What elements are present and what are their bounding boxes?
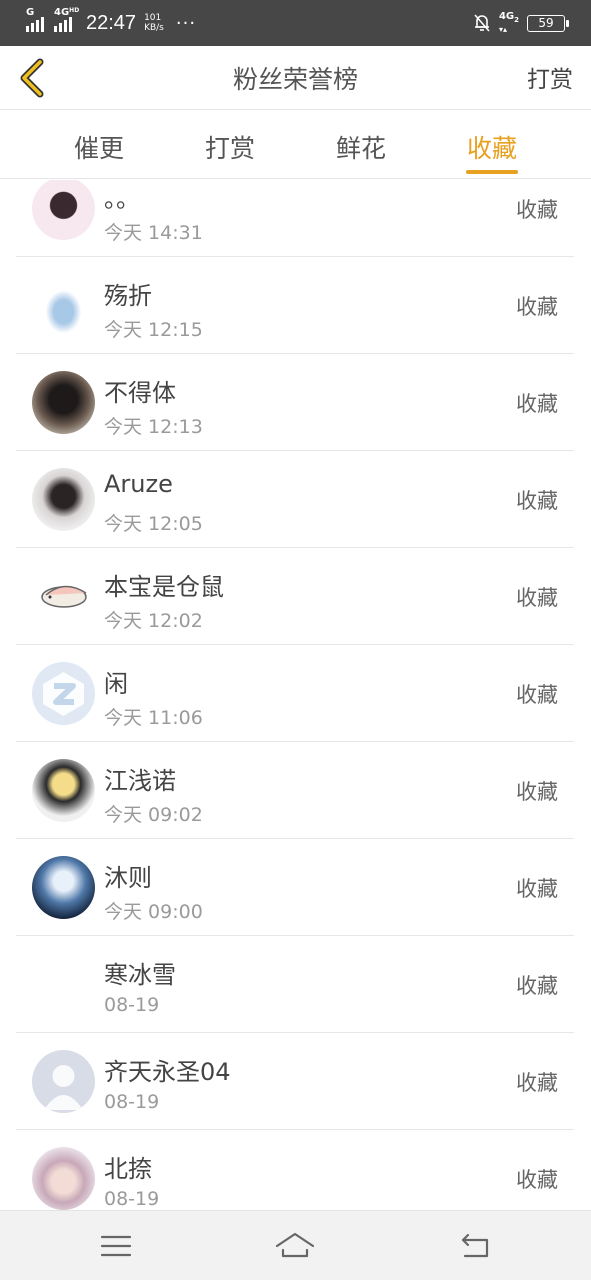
- fan-name: 殇折: [104, 282, 152, 310]
- fan-list: 。。 今天 14:31 收藏 殇折 今天 12:15 收藏 不得体 今天 12:…: [0, 180, 591, 1210]
- action-label: 收藏: [516, 198, 558, 222]
- list-item[interactable]: 齐天永圣04 08-19 收藏: [16, 1033, 574, 1130]
- default-person-icon: [44, 1065, 83, 1110]
- turtle-icon: [41, 585, 87, 608]
- list-item[interactable]: 不得体 今天 12:13 收藏: [16, 354, 574, 451]
- fan-time: 08-19: [104, 994, 160, 1016]
- fan-time: 今天 12:13: [104, 416, 203, 438]
- fan-name: 齐天永圣04: [104, 1058, 231, 1086]
- action-label: 收藏: [516, 392, 558, 416]
- fan-time: 08-19: [104, 1188, 160, 1210]
- fan-name: 本宝是仓鼠: [104, 573, 224, 601]
- fan-time: 08-19: [104, 1091, 160, 1113]
- z-logo-icon: [43, 672, 84, 716]
- list-item[interactable]: 殇折 今天 12:15 收藏: [16, 257, 574, 354]
- fan-name: 不得体: [104, 379, 176, 407]
- action-label: 收藏: [516, 683, 558, 707]
- action-label: 收藏: [516, 877, 558, 901]
- battery-icon: 59: [527, 14, 569, 32]
- tip-button[interactable]: 打赏: [527, 60, 573, 94]
- list-item[interactable]: Aruze 今天 12:05 收藏: [16, 451, 574, 548]
- tab-flowers[interactable]: 鲜花: [311, 129, 411, 165]
- avatar: [32, 371, 95, 434]
- action-label: 收藏: [516, 974, 558, 998]
- avatar: [32, 468, 95, 531]
- status-bar: G 4GHD 22:47 101 KB/s ··· 4G2 ▾▴ 59: [0, 0, 591, 46]
- avatar: [32, 1147, 95, 1210]
- tab-favorites[interactable]: 收藏: [442, 129, 542, 165]
- action-label: 收藏: [516, 295, 558, 319]
- page-title: 粉丝荣誉榜: [232, 65, 358, 94]
- fan-time: 今天 12:02: [104, 610, 203, 632]
- avatar: [32, 1050, 95, 1113]
- tab-tip[interactable]: 打赏: [180, 129, 280, 165]
- fan-name: 寒冰雪: [104, 961, 176, 989]
- fan-time: 今天 09:00: [104, 901, 203, 923]
- avatar: [32, 180, 95, 240]
- tab-bar: 催更 打赏 鲜花 收藏: [0, 111, 591, 179]
- list-item[interactable]: 本宝是仓鼠 今天 12:02 收藏: [16, 548, 574, 645]
- action-label: 收藏: [516, 1071, 558, 1095]
- fan-name: Aruze: [104, 470, 173, 498]
- signal-icon: G: [26, 7, 46, 32]
- avatar: [32, 662, 95, 725]
- fan-time: 今天 12:05: [104, 513, 203, 535]
- app-header: 粉丝荣誉榜 打赏: [0, 46, 591, 110]
- tab-urge[interactable]: 催更: [49, 129, 149, 165]
- avatar: [32, 856, 95, 919]
- action-label: 收藏: [516, 1168, 558, 1192]
- network-type: 4G2 ▾▴: [498, 10, 519, 34]
- list-item[interactable]: 北捺 08-19 收藏: [16, 1130, 574, 1210]
- list-item[interactable]: 寒冰雪 08-19 收藏: [16, 936, 574, 1033]
- back-icon[interactable]: [455, 1228, 495, 1264]
- mute-bell-icon: [474, 14, 490, 32]
- fan-time: 今天 09:02: [104, 804, 203, 826]
- fan-time: 今天 14:31: [104, 222, 203, 244]
- fan-time: 今天 12:15: [104, 319, 203, 341]
- list-item[interactable]: 沐则 今天 09:00 收藏: [16, 839, 574, 936]
- action-label: 收藏: [516, 780, 558, 804]
- clock: 22:47: [86, 11, 137, 34]
- action-label: 收藏: [516, 586, 558, 610]
- network-label: 4GHD: [54, 7, 80, 18]
- active-tab-indicator: [466, 170, 518, 174]
- fan-name: 江浅诺: [104, 767, 176, 795]
- more-notifications-icon: ···: [175, 12, 197, 34]
- fan-time: 今天 11:06: [104, 707, 203, 729]
- list-item[interactable]: 。。 今天 14:31 收藏: [16, 180, 574, 257]
- system-nav-bar: [0, 1210, 591, 1280]
- fan-name: 。。: [104, 185, 140, 213]
- network-speed: 101 KB/s: [144, 13, 164, 33]
- list-item[interactable]: 江浅诺 今天 09:02 收藏: [16, 742, 574, 839]
- fan-name: 沐则: [104, 864, 152, 892]
- avatar: [32, 565, 95, 628]
- list-item[interactable]: 闲 今天 11:06 收藏: [16, 645, 574, 742]
- home-icon[interactable]: [275, 1228, 315, 1264]
- fan-name: 北捺: [104, 1155, 152, 1183]
- action-label: 收藏: [516, 489, 558, 513]
- signal-icon: 4GHD: [54, 7, 79, 32]
- signal-label: G: [26, 7, 35, 18]
- fan-name: 闲: [104, 670, 128, 698]
- avatar: [32, 274, 95, 337]
- menu-icon[interactable]: [96, 1228, 136, 1264]
- avatar: [32, 759, 95, 822]
